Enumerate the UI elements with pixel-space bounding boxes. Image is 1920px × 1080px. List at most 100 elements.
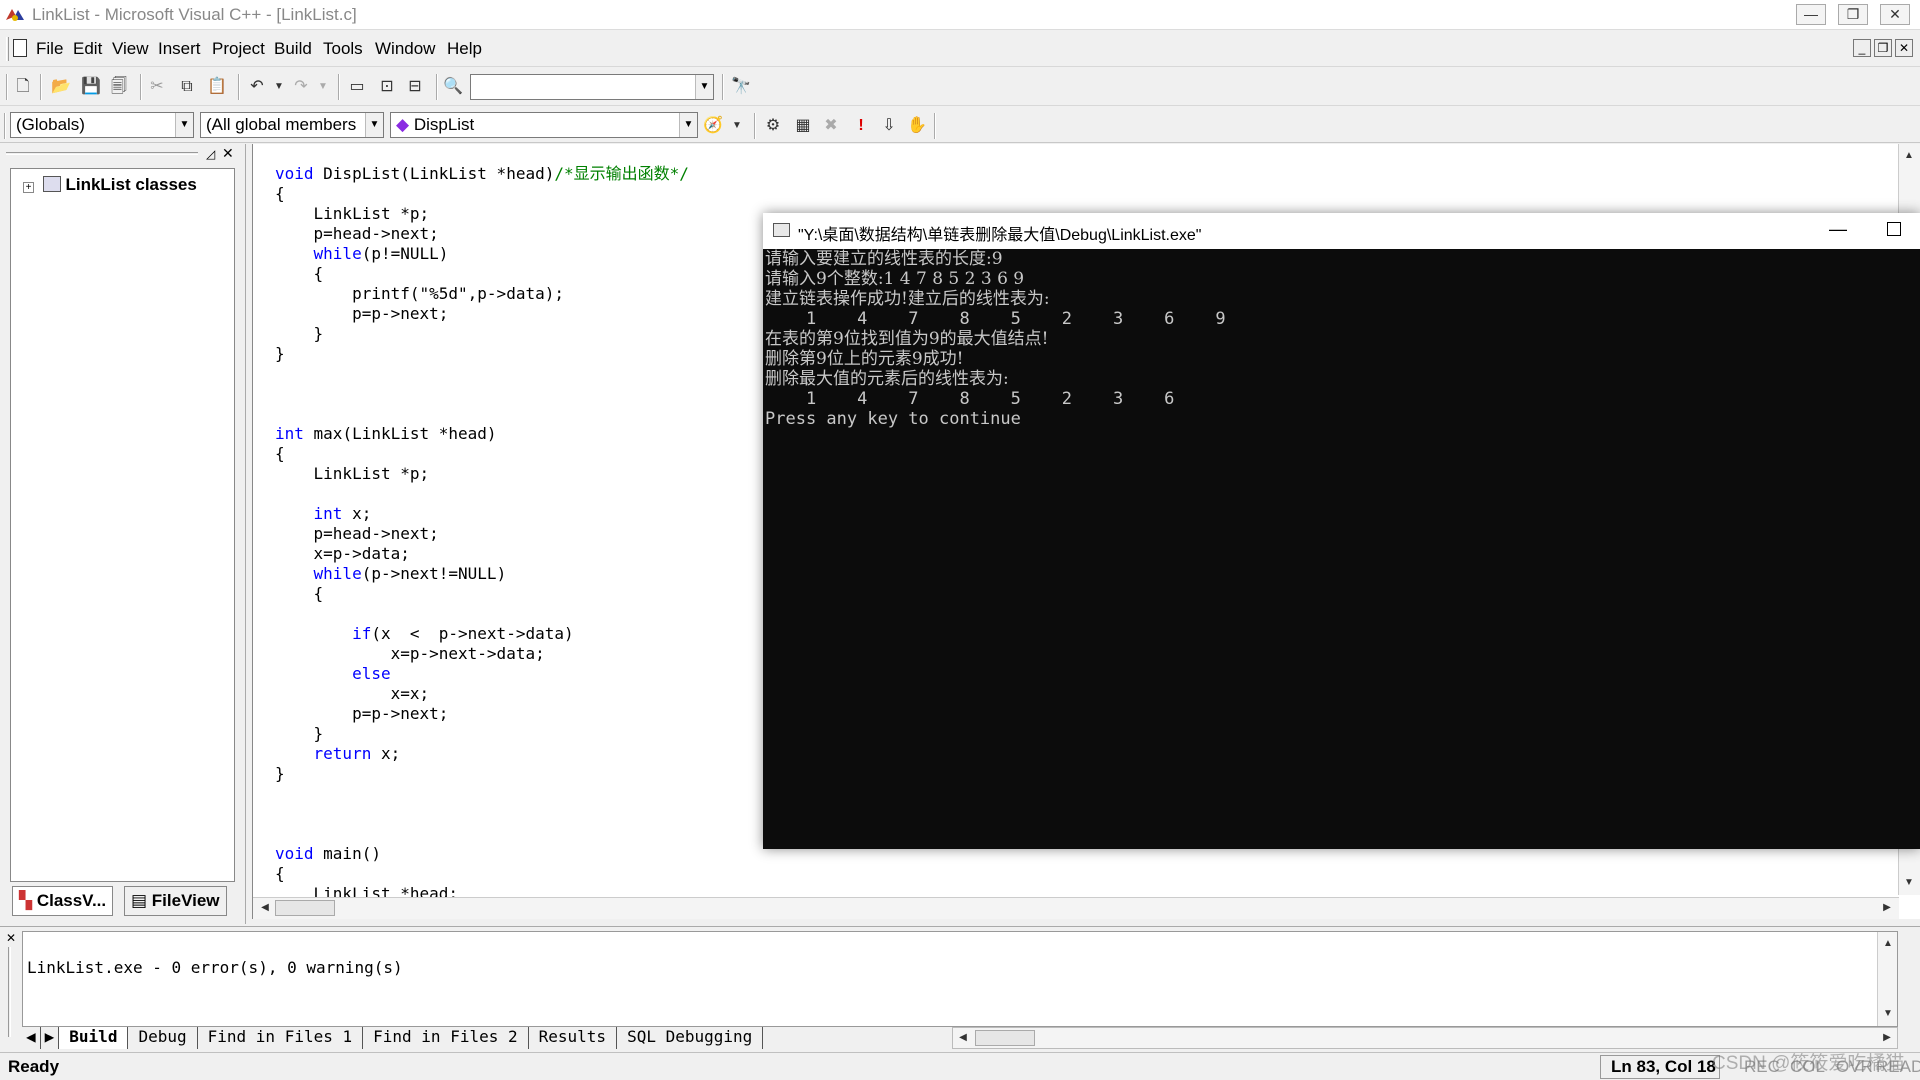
output-vertical-scrollbar[interactable]: ▲ ▼ [1877, 932, 1897, 1026]
mdi-restore-button[interactable]: ❐ [1874, 39, 1892, 57]
code-line[interactable]: printf("%5d",p->data); [275, 284, 689, 304]
new-text-file-icon[interactable]: 🗋 [12, 76, 34, 98]
undo-dropdown-icon[interactable]: ▼ [268, 76, 290, 98]
scroll-thumb[interactable] [275, 900, 335, 916]
code-line[interactable]: int max(LinkList *head) [275, 424, 689, 444]
redo-dropdown-icon[interactable]: ▼ [312, 76, 334, 98]
tab-results[interactable]: Results [529, 1027, 618, 1049]
code-line[interactable] [275, 804, 689, 824]
copy-icon[interactable]: ⧉ [176, 76, 198, 98]
class-combo[interactable]: (Globals) ▼ [10, 112, 194, 138]
code-line[interactable]: p=head->next; [275, 524, 689, 544]
scroll-up-icon[interactable]: ▲ [1878, 934, 1898, 954]
toolbar-grip[interactable] [6, 74, 8, 100]
stop-build-icon[interactable]: ✖ [820, 115, 842, 137]
find-combo[interactable]: ▼ [470, 74, 714, 100]
console-title-bar[interactable]: "Y:\桌面\数据结构\单链表删除最大值\Debug\LinkList.exe"… [763, 213, 1920, 249]
toolbar-grip[interactable] [4, 113, 6, 139]
editor-horizontal-scrollbar[interactable]: ◀ ▶ [253, 897, 1899, 919]
tab-find-in-files-2[interactable]: Find in Files 2 [363, 1027, 529, 1049]
mdi-close-button[interactable]: ✕ [1895, 39, 1913, 57]
code-line[interactable]: } [275, 324, 689, 344]
scroll-left-icon[interactable]: ◀ [255, 898, 275, 918]
tab-debug[interactable]: Debug [128, 1027, 198, 1049]
code-line[interactable]: while(p->next!=NULL) [275, 564, 689, 584]
tab-build[interactable]: Build [59, 1027, 129, 1049]
tab-fileview[interactable]: ▤ FileView [124, 886, 227, 916]
expand-plus-icon[interactable]: + [23, 182, 34, 193]
code-line[interactable]: LinkList *p; [275, 464, 689, 484]
code-line[interactable] [275, 784, 689, 804]
scroll-down-icon[interactable]: ▼ [1899, 873, 1919, 893]
code-line[interactable] [275, 484, 689, 504]
mdi-minimize-button[interactable]: _ [1853, 39, 1871, 57]
tab-sql-debugging[interactable]: SQL Debugging [617, 1027, 764, 1049]
wizard-action-icon[interactable]: 🧭 [702, 115, 724, 137]
build-icon[interactable]: ▦ [792, 115, 814, 137]
scroll-down-icon[interactable]: ▼ [1878, 1004, 1898, 1024]
output-grip[interactable] [8, 947, 11, 1037]
paste-icon[interactable]: 📋 [206, 76, 228, 98]
tab-scroll-left-icon[interactable]: ◀ [22, 1027, 41, 1049]
code-line[interactable]: x=x; [275, 684, 689, 704]
scroll-right-icon[interactable]: ▶ [1877, 1028, 1897, 1048]
code-line[interactable]: x=p->data; [275, 544, 689, 564]
code-line[interactable]: p=p->next; [275, 304, 689, 324]
code-line[interactable]: } [275, 764, 689, 784]
panel-grip[interactable] [6, 152, 198, 155]
open-folder-icon[interactable]: 📂 [50, 76, 72, 98]
code-line[interactable] [275, 404, 689, 424]
code-line[interactable] [275, 604, 689, 624]
output-text-area[interactable]: LinkList.exe - 0 error(s), 0 warning(s) … [22, 931, 1898, 1027]
code-line[interactable]: x=p->next->data; [275, 644, 689, 664]
menu-view[interactable]: View [112, 39, 149, 59]
menu-build[interactable]: Build [274, 39, 312, 59]
save-all-icon[interactable]: 🗐 [108, 76, 130, 98]
output-horizontal-scrollbar[interactable]: ◀ ▶ [952, 1027, 1898, 1049]
code-line[interactable]: return x; [275, 744, 689, 764]
chevron-down-icon[interactable]: ▼ [695, 75, 713, 99]
go-icon[interactable]: ⇩ [878, 115, 900, 137]
code-line[interactable]: while(p!=NULL) [275, 244, 689, 264]
redo-icon[interactable]: ↷ [290, 76, 312, 98]
document-icon[interactable] [13, 39, 27, 57]
chevron-down-icon[interactable]: ▼ [175, 113, 193, 137]
search-binoculars-icon[interactable]: 🔭 [730, 76, 752, 98]
console-minimize-button[interactable]: — [1829, 219, 1847, 240]
code-line[interactable]: LinkList *p; [275, 204, 689, 224]
menu-grip[interactable] [6, 37, 9, 61]
tab-find-in-files-1[interactable]: Find in Files 1 [198, 1027, 364, 1049]
code-line[interactable]: void main() [275, 844, 689, 864]
code-line[interactable]: { [275, 584, 689, 604]
execute-icon[interactable]: ! [850, 115, 872, 137]
window-list-icon[interactable]: ⊟ [404, 76, 426, 98]
code-line[interactable]: { [275, 444, 689, 464]
tree-root-node[interactable]: + LinkList classes [23, 175, 197, 195]
scroll-up-icon[interactable]: ▲ [1899, 146, 1919, 166]
console-maximize-button[interactable] [1887, 222, 1901, 236]
output-window-icon[interactable]: ⊡ [376, 76, 398, 98]
tab-scroll-right-icon[interactable]: ▶ [41, 1027, 60, 1049]
save-icon[interactable]: 💾 [80, 76, 102, 98]
filter-combo[interactable]: (All global members ▼ [200, 112, 384, 138]
close-button[interactable]: ✕ [1880, 4, 1910, 25]
panel-close-icon[interactable]: ✕ [222, 145, 234, 162]
code-line[interactable]: p=p->next; [275, 704, 689, 724]
code-line[interactable]: if(x < p->next->data) [275, 624, 689, 644]
compile-icon[interactable]: ⚙ [762, 115, 784, 137]
code-line[interactable] [275, 364, 689, 384]
code-line[interactable]: { [275, 864, 689, 884]
minimize-button[interactable]: — [1796, 4, 1826, 25]
menu-file[interactable]: File [36, 39, 63, 59]
source-code[interactable]: void DispList(LinkList *head)/*显示输出函数*/{… [275, 164, 689, 904]
console-window[interactable]: "Y:\桌面\数据结构\单链表删除最大值\Debug\LinkList.exe"… [763, 213, 1920, 849]
code-line[interactable] [275, 384, 689, 404]
breakpoint-hand-icon[interactable]: ✋ [906, 115, 928, 137]
scroll-left-icon[interactable]: ◀ [953, 1028, 973, 1048]
code-line[interactable]: } [275, 724, 689, 744]
code-line[interactable]: int x; [275, 504, 689, 524]
undo-icon[interactable]: ↶ [246, 76, 268, 98]
menu-edit[interactable]: Edit [73, 39, 102, 59]
cut-icon[interactable]: ✂ [146, 76, 168, 98]
code-line[interactable]: p=head->next; [275, 224, 689, 244]
